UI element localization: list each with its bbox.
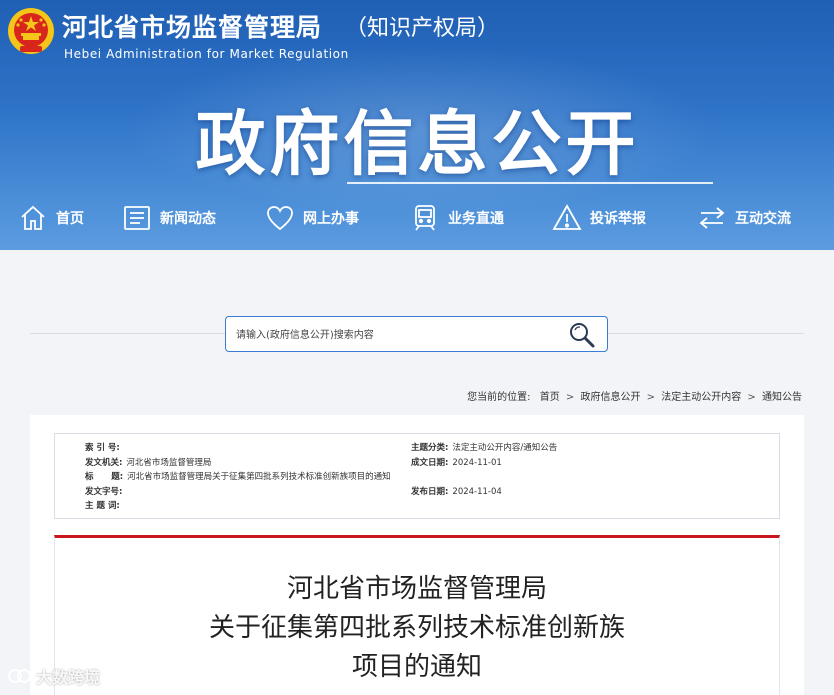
nav-item-interaction[interactable]: 互动交流 bbox=[697, 198, 791, 238]
breadcrumb-statutory[interactable]: 法定主动公开内容 bbox=[661, 392, 741, 403]
breadcrumb-home[interactable]: 首页 bbox=[540, 392, 560, 403]
meta-index-number: 索 引 号: bbox=[85, 443, 120, 453]
meta-issuer: 发文机关: 河北省市场监督管理局 bbox=[85, 458, 212, 468]
meta-published-date: 发布日期: 2024-11-04 bbox=[411, 487, 502, 497]
meta-doc-number: 发文字号: bbox=[85, 487, 123, 497]
breadcrumb-separator: > bbox=[747, 392, 756, 403]
search-section bbox=[6, 253, 828, 363]
site-title-english: Hebei Administration for Market Regulati… bbox=[64, 47, 349, 61]
nav-item-online-services[interactable]: 网上办事 bbox=[265, 198, 359, 238]
search-input[interactable] bbox=[236, 325, 556, 345]
meta-subject-words: 主 题 词: bbox=[85, 501, 120, 511]
nav-label: 互动交流 bbox=[735, 211, 791, 227]
watermark-text: 大数跨境 bbox=[36, 668, 101, 687]
nav-item-home[interactable]: 首页 bbox=[18, 198, 84, 238]
nav-item-complaints[interactable]: 投诉举报 bbox=[552, 198, 646, 238]
article-title: 河北省市场监督管理局 关于征集第四批系列技术标准创新族 项目的通知 bbox=[55, 570, 779, 687]
main-nav: 首页 新闻动态 网上办事 业务直通 投诉举报 互动交流 bbox=[0, 198, 834, 238]
article-title-line: 项目的通知 bbox=[351, 652, 482, 682]
breadcrumb-gov-info[interactable]: 政府信息公开 bbox=[580, 392, 640, 403]
nav-label: 投诉举报 bbox=[590, 211, 646, 227]
site-title[interactable]: 河北省市场监督管理局 bbox=[62, 8, 322, 44]
nav-label: 业务直通 bbox=[448, 211, 504, 227]
search-icon[interactable] bbox=[567, 320, 597, 350]
nav-item-news[interactable]: 新闻动态 bbox=[122, 198, 216, 238]
search-box bbox=[225, 316, 608, 352]
meta-category: 主题分类: 法定主动公开内容/通知公告 bbox=[411, 443, 558, 453]
news-icon bbox=[124, 206, 150, 230]
nav-label: 新闻动态 bbox=[160, 211, 216, 227]
train-icon bbox=[415, 205, 435, 231]
site-title-suffix: （知识产权局） bbox=[345, 16, 500, 41]
banner-title: 政府信息公开 bbox=[195, 103, 640, 185]
breadcrumb-notices[interactable]: 通知公告 bbox=[762, 392, 802, 403]
article-title-line: 关于征集第四批系列技术标准创新族 bbox=[208, 613, 625, 643]
watermark-logo-icon bbox=[8, 669, 31, 683]
document-metadata: 索 引 号: 发文机关: 河北省市场监督管理局 标 题: 河北省市场监督管理局关于征… bbox=[54, 433, 780, 519]
warning-icon bbox=[552, 204, 582, 230]
nav-label: 首页 bbox=[56, 211, 84, 227]
exchange-icon bbox=[699, 207, 725, 229]
meta-title: 标 题: 河北省市场监督管理局关于征集第四批系列技术标准创新族项目的通知 bbox=[85, 472, 391, 482]
home-icon bbox=[21, 205, 45, 230]
article-body: 河北省市场监督管理局 关于征集第四批系列技术标准创新族 项目的通知 bbox=[54, 535, 780, 695]
breadcrumb-separator: > bbox=[565, 392, 575, 403]
document-panel: 索 引 号: 发文机关: 河北省市场监督管理局 标 题: 河北省市场监督管理局关于征… bbox=[30, 415, 804, 695]
site-header: 河北省市场监督管理局 （知识产权局） Hebei Administration … bbox=[0, 0, 834, 250]
breadcrumb: 您当前的位置: 首页 > 政府信息公开 > 法定主动公开内容 > 通知公告 bbox=[467, 388, 802, 403]
nav-item-business-direct[interactable]: 业务直通 bbox=[410, 198, 504, 238]
heart-icon bbox=[267, 206, 293, 231]
nav-label: 网上办事 bbox=[303, 211, 359, 227]
article-title-line: 河北省市场监督管理局 bbox=[286, 574, 547, 604]
breadcrumb-prefix: 您当前的位置: bbox=[467, 392, 531, 403]
national-emblem-icon bbox=[8, 8, 54, 54]
watermark: 大数跨境 bbox=[6, 664, 100, 688]
breadcrumb-separator: > bbox=[646, 392, 656, 403]
meta-created-date: 成文日期: 2024-11-01 bbox=[411, 458, 502, 468]
banner-underline bbox=[347, 182, 713, 184]
content-area: 您当前的位置: 首页 > 政府信息公开 > 法定主动公开内容 > 通知公告 索 … bbox=[6, 253, 828, 695]
